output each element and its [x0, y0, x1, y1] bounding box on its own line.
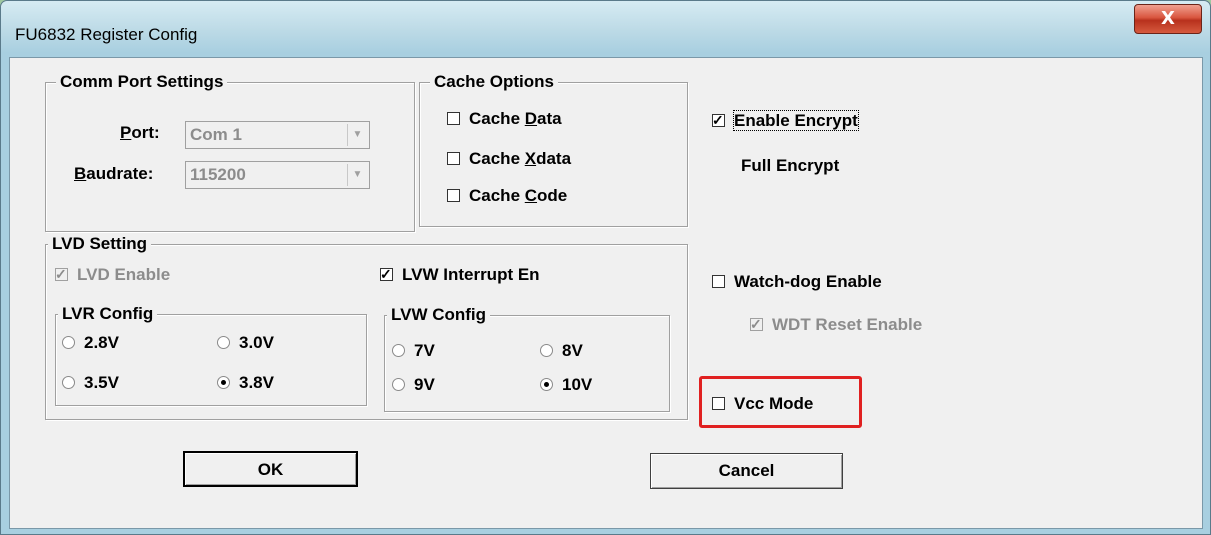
checkbox-icon[interactable] [447, 152, 460, 165]
lvw-config-group: LVW Config [384, 304, 670, 412]
checkbox-icon[interactable] [447, 189, 460, 202]
ok-button[interactable]: OK [183, 451, 358, 487]
checkbox-checked-icon[interactable]: ✓ [750, 316, 763, 332]
checkbox-icon[interactable] [712, 275, 725, 288]
lvr-radio-3-0v[interactable]: 3.0V [217, 332, 274, 354]
lvr-config-group-title: LVR Config [58, 303, 158, 325]
radio-icon[interactable] [392, 344, 405, 357]
baudrate-select[interactable]: 115200 ▼ [185, 161, 370, 189]
cache-options-group-title: Cache Options [430, 71, 558, 93]
cache-xdata-checkbox[interactable]: Cache Xdata [447, 148, 571, 170]
radio-icon[interactable] [540, 344, 553, 357]
radio-selected-icon[interactable] [540, 378, 553, 391]
checkbox-checked-icon[interactable]: ✓ [712, 112, 725, 128]
baudrate-select-value: 115200 [190, 165, 246, 184]
lvd-setting-group-title: LVD Setting [48, 233, 152, 255]
port-select[interactable]: Com 1 ▼ [185, 121, 370, 149]
baudrate-label: Baudrate: [74, 164, 154, 183]
radio-selected-icon[interactable] [217, 376, 230, 389]
lvr-radio-3-8v[interactable]: 3.8V [217, 372, 274, 394]
radio-icon[interactable] [62, 376, 75, 389]
radio-icon[interactable] [392, 378, 405, 391]
cache-data-checkbox[interactable]: Cache Data [447, 108, 562, 130]
lvw-radio-8v[interactable]: 8V [540, 340, 583, 362]
lvw-radio-9v[interactable]: 9V [392, 374, 435, 396]
window-title: FU6832 Register Config [15, 25, 198, 44]
cancel-button[interactable]: Cancel [650, 453, 843, 489]
radio-icon[interactable] [217, 336, 230, 349]
lvw-interrupt-checkbox[interactable]: ✓ LVW Interrupt En [380, 264, 540, 286]
enable-encrypt-checkbox[interactable]: ✓ Enable Encrypt [712, 110, 859, 132]
lvd-enable-checkbox[interactable]: ✓ LVD Enable [55, 264, 170, 286]
chevron-down-icon[interactable]: ▼ [347, 164, 367, 186]
checkbox-icon[interactable] [447, 112, 460, 125]
port-select-value: Com 1 [190, 125, 242, 144]
lvw-radio-7v[interactable]: 7V [392, 340, 435, 362]
close-icon: X [1161, 8, 1175, 29]
encrypt-mode-label: Full Encrypt [741, 156, 840, 175]
radio-icon[interactable] [62, 336, 75, 349]
port-label: Port: [120, 123, 160, 142]
lvr-radio-3-5v[interactable]: 3.5V [62, 372, 119, 394]
lvw-radio-10v[interactable]: 10V [540, 374, 592, 396]
lvw-config-group-title: LVW Config [387, 304, 491, 326]
cache-code-checkbox[interactable]: Cache Code [447, 185, 567, 207]
comm-port-group-title: Comm Port Settings [56, 71, 228, 93]
chevron-down-icon[interactable]: ▼ [347, 124, 367, 146]
dialog-client-area: Comm Port Settings Port: Com 1 ▼ Baudrat… [9, 57, 1203, 529]
comm-port-group: Comm Port Settings [45, 71, 415, 232]
lvr-radio-2-8v[interactable]: 2.8V [62, 332, 119, 354]
dialog-window: FU6832 Register Config X Comm Port Setti… [0, 0, 1211, 535]
vcc-mode-highlight-box [699, 376, 862, 428]
checkbox-checked-icon[interactable]: ✓ [380, 266, 393, 282]
checkbox-checked-icon[interactable]: ✓ [55, 266, 68, 282]
close-button[interactable]: X [1134, 4, 1202, 34]
watchdog-enable-checkbox[interactable]: Watch-dog Enable [712, 271, 882, 293]
wdt-reset-checkbox[interactable]: ✓ WDT Reset Enable [750, 314, 922, 336]
